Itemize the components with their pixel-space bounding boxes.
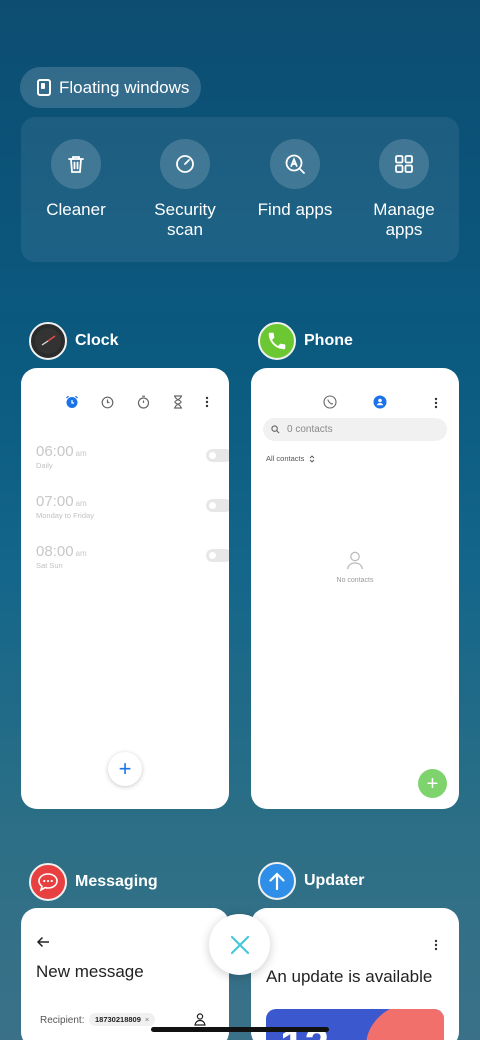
search-icon bbox=[271, 425, 280, 434]
recipient-label: Recipient: bbox=[40, 1015, 85, 1026]
alarm-time: 06:00 bbox=[36, 443, 74, 460]
update-banner: 12 bbox=[266, 1009, 444, 1040]
phone-app-card[interactable]: 0 contacts All contacts No contacts + bbox=[251, 368, 459, 809]
manage-apps-button[interactable]: Manage apps bbox=[349, 139, 459, 240]
quick-tools-panel: Cleaner Security scan Find apps Manage a… bbox=[21, 117, 459, 262]
alarm-time: 08:00 bbox=[36, 543, 74, 560]
alarm-repeat: Monday to Friday bbox=[36, 511, 94, 520]
recipient-number: 18730218809 bbox=[95, 1015, 141, 1024]
alarm-item[interactable]: 07:00 am Monday to Friday bbox=[36, 493, 229, 533]
new-message-title: New message bbox=[36, 962, 144, 981]
no-contacts-text: No contacts bbox=[336, 577, 374, 584]
updater-app-header[interactable]: Updater bbox=[258, 862, 364, 900]
add-contact-button[interactable]: + bbox=[418, 769, 447, 798]
floating-windows-label: Floating windows bbox=[59, 77, 190, 97]
clock-app-name: Clock bbox=[75, 332, 119, 349]
alarm-item[interactable]: 06:00 am Daily bbox=[36, 443, 229, 483]
clock-tab-bar bbox=[61, 394, 229, 410]
updater-app-icon bbox=[258, 862, 296, 900]
alarm-tab-icon[interactable] bbox=[64, 394, 80, 410]
add-alarm-button[interactable]: + bbox=[108, 752, 142, 786]
floating-windows-button[interactable]: Floating windows bbox=[20, 67, 201, 108]
contacts-search-placeholder: 0 contacts bbox=[287, 424, 333, 435]
back-arrow-icon[interactable] bbox=[36, 935, 50, 953]
manage-apps-label: Manage apps bbox=[373, 200, 435, 239]
security-scan-icon bbox=[160, 139, 210, 189]
call-log-tab-icon[interactable] bbox=[323, 395, 337, 414]
cleaner-label: Cleaner bbox=[46, 200, 106, 219]
more-options-icon[interactable] bbox=[199, 394, 215, 410]
contacts-filter-dropdown[interactable]: All contacts bbox=[266, 454, 315, 463]
find-apps-button[interactable]: Find apps bbox=[240, 139, 350, 220]
contacts-tab-icon[interactable] bbox=[373, 395, 387, 414]
grid-icon bbox=[379, 139, 429, 189]
trash-icon bbox=[51, 139, 101, 189]
floating-window-icon bbox=[37, 79, 51, 96]
alarm-repeat: Daily bbox=[36, 461, 53, 470]
alarm-toggle[interactable] bbox=[206, 499, 229, 512]
clock-app-card[interactable]: 06:00 am Daily 07:00 am Monday to Friday 0… bbox=[21, 368, 229, 809]
home-indicator[interactable] bbox=[151, 1027, 329, 1032]
security-scan-label: Security scan bbox=[154, 200, 216, 239]
phone-app-name: Phone bbox=[304, 332, 353, 349]
alarm-item[interactable]: 08:00 am Sat Sun bbox=[36, 543, 229, 583]
close-icon bbox=[230, 935, 249, 954]
alarm-ampm: am bbox=[75, 499, 87, 508]
timer-tab-icon[interactable] bbox=[170, 394, 186, 410]
sort-arrows-icon bbox=[310, 454, 315, 463]
find-apps-icon bbox=[270, 139, 320, 189]
messaging-app-card[interactable]: New message Recipient: 18730218809 × bbox=[21, 908, 229, 1040]
alarm-time: 07:00 bbox=[36, 493, 74, 510]
recipient-chip[interactable]: 18730218809 × bbox=[89, 1013, 156, 1026]
update-available-title: An update is available bbox=[266, 967, 433, 986]
phone-app-header[interactable]: Phone bbox=[258, 322, 353, 360]
updater-app-name: Updater bbox=[304, 872, 365, 889]
alarm-toggle[interactable] bbox=[206, 449, 229, 462]
more-options-icon[interactable] bbox=[434, 396, 438, 414]
world-clock-tab-icon[interactable] bbox=[99, 394, 115, 410]
updater-app-card[interactable]: An update is available 12 bbox=[251, 908, 459, 1040]
alarm-toggle[interactable] bbox=[206, 549, 229, 562]
remove-recipient-icon[interactable]: × bbox=[145, 1015, 149, 1024]
person-placeholder-icon bbox=[345, 550, 365, 575]
alarm-repeat: Sat Sun bbox=[36, 561, 63, 570]
clock-app-icon bbox=[29, 322, 67, 360]
contacts-search-input[interactable]: 0 contacts bbox=[263, 418, 447, 441]
more-options-icon[interactable] bbox=[434, 938, 438, 956]
messaging-app-name: Messaging bbox=[75, 873, 158, 890]
messaging-app-header[interactable]: Messaging bbox=[29, 863, 158, 901]
banner-shape bbox=[366, 1009, 444, 1040]
security-scan-button[interactable]: Security scan bbox=[130, 139, 240, 240]
contacts-filter-label: All contacts bbox=[266, 454, 305, 463]
clock-app-header[interactable]: Clock bbox=[29, 322, 119, 360]
alarm-ampm: am bbox=[75, 449, 87, 458]
alarm-ampm: am bbox=[75, 549, 87, 558]
phone-app-icon bbox=[258, 322, 296, 360]
cleaner-button[interactable]: Cleaner bbox=[21, 139, 131, 220]
stopwatch-tab-icon[interactable] bbox=[135, 394, 151, 410]
clear-all-button[interactable] bbox=[209, 914, 270, 975]
messaging-app-icon bbox=[29, 863, 67, 901]
find-apps-label: Find apps bbox=[257, 200, 333, 219]
